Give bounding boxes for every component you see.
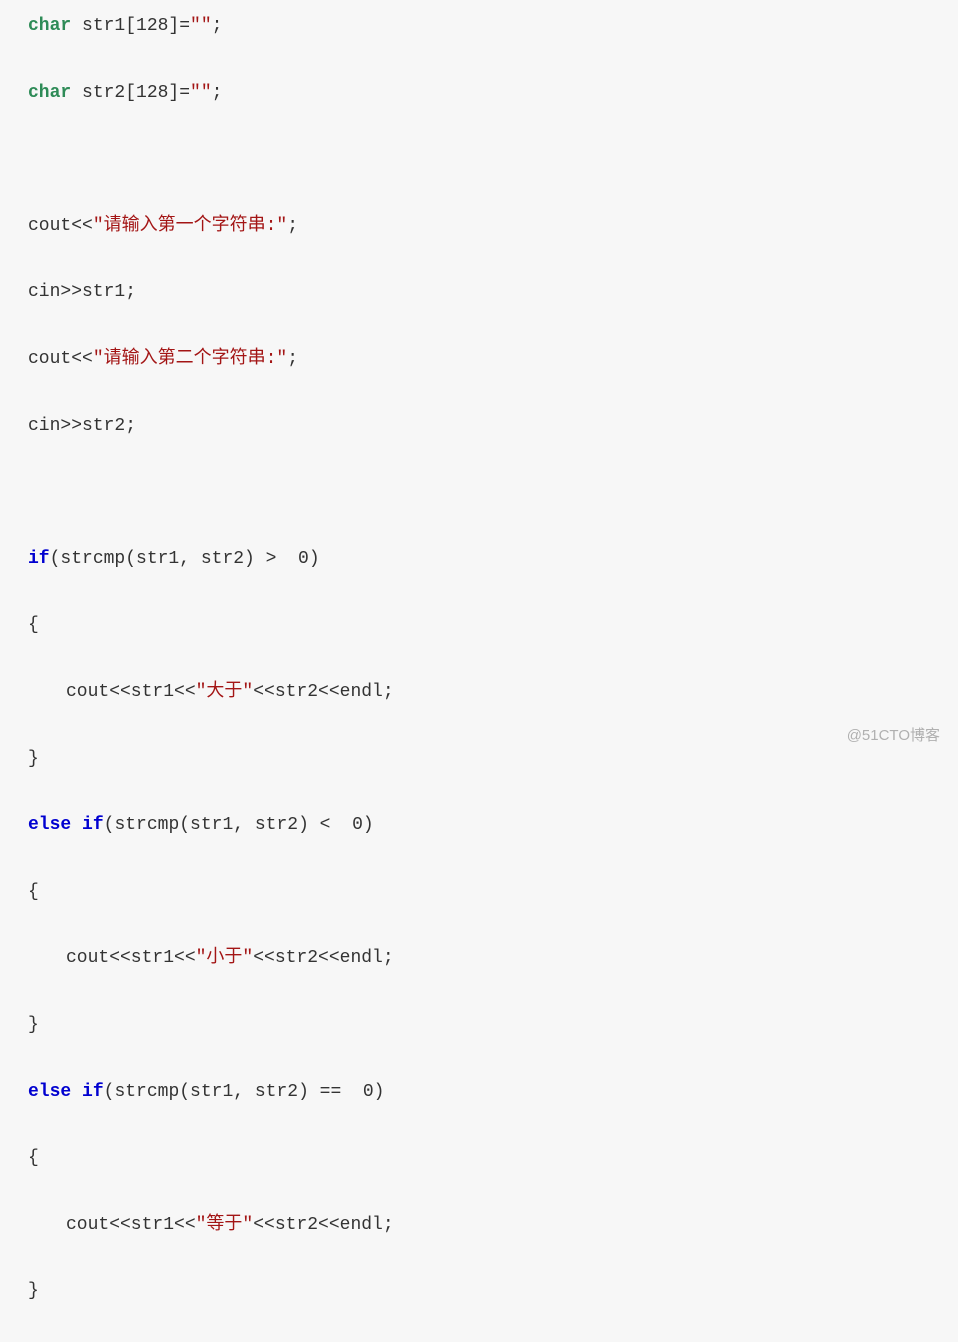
- keyword-if: if: [82, 1082, 104, 1102]
- code-blank: [28, 476, 930, 509]
- keyword-char: char: [28, 16, 71, 36]
- code-line: cout<<str1<<"大于"<<str2<<endl;: [28, 676, 930, 709]
- keyword-else: else: [28, 1082, 71, 1102]
- brace: }: [28, 743, 930, 776]
- string-literal: "等于": [196, 1215, 254, 1235]
- string-literal: "": [190, 16, 212, 36]
- string-literal: "": [190, 83, 212, 103]
- string-literal: "请输入第二个字符串:": [93, 349, 287, 369]
- brace: {: [28, 876, 930, 909]
- code-line: cout<<str1<<"小于"<<str2<<endl;: [28, 942, 930, 975]
- code-blank: [28, 143, 930, 176]
- code-line: char str1[128]="";: [28, 10, 930, 43]
- brace: }: [28, 1009, 930, 1042]
- keyword-if: if: [28, 549, 50, 569]
- keyword-if: if: [82, 815, 104, 835]
- string-literal: "请输入第一个字符串:": [93, 216, 287, 236]
- code-line: cin>>str2;: [28, 410, 930, 443]
- brace: {: [28, 609, 930, 642]
- code-line: else if(strcmp(str1, str2) < 0): [28, 809, 930, 842]
- string-literal: "小于": [196, 948, 254, 968]
- keyword-char: char: [28, 83, 71, 103]
- code-line: cin>>str1;: [28, 276, 930, 309]
- code-line: cout<<"请输入第一个字符串:";: [28, 210, 930, 243]
- brace: {: [28, 1142, 930, 1175]
- code-line: cout<<str1<<"等于"<<str2<<endl;: [28, 1209, 930, 1242]
- code-line: cout<<"请输入第二个字符串:";: [28, 343, 930, 376]
- watermark-text: @51CTO博客: [847, 722, 940, 750]
- code-line: if(strcmp(str1, str2) > 0): [28, 543, 930, 576]
- code-line: char str2[128]="";: [28, 77, 930, 110]
- code-line: else if(strcmp(str1, str2) == 0): [28, 1076, 930, 1109]
- keyword-else: else: [28, 815, 71, 835]
- string-literal: "大于": [196, 682, 254, 702]
- code-block: char str1[128]=""; char str2[128]=""; co…: [28, 10, 930, 1342]
- brace: }: [28, 1275, 930, 1308]
